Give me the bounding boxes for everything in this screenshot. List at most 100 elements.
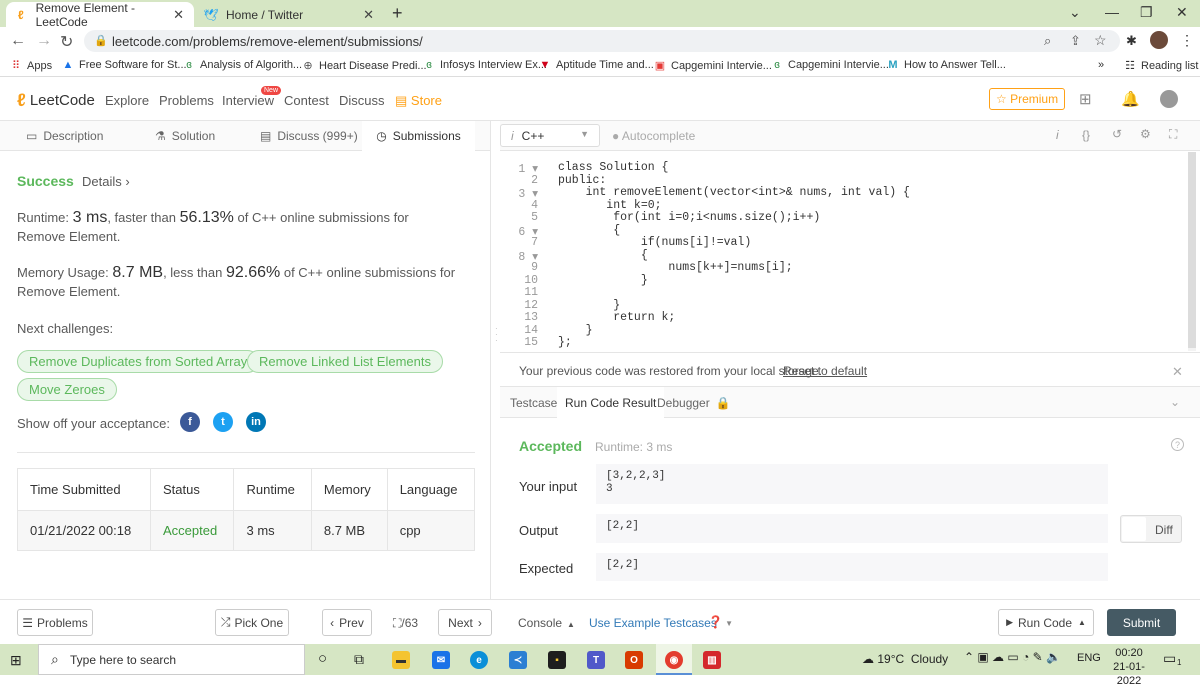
playground-icon[interactable]: ⊞ — [1079, 90, 1092, 108]
chevron-down-icon[interactable]: ⌄ — [1170, 395, 1180, 409]
submit-button[interactable]: Submit — [1107, 609, 1176, 636]
nav-store[interactable]: ▤ Store — [395, 93, 442, 109]
tray-icons[interactable]: ⌃ ▣ ☁ ▭ ◔ ✎ 🔈 — [964, 650, 1061, 664]
extensions-icon[interactable]: ✱ — [1126, 33, 1137, 49]
back-icon[interactable]: ← — [10, 32, 26, 50]
info-icon[interactable]: i — [1056, 128, 1059, 142]
language-indicator[interactable]: ENG — [1077, 652, 1101, 664]
prev-button[interactable]: ‹ Prev — [322, 609, 372, 636]
vscode-icon[interactable]: ≺ — [509, 651, 527, 669]
col-time-submitted: Time Submitted — [16, 468, 152, 511]
clock[interactable]: 00:20 21-01-2022 — [1104, 646, 1154, 688]
bookmark-item[interactable]: ▼ Aptitude Time and... — [539, 59, 654, 71]
browser-tab-twitter[interactable]: 🕊 Home / Twitter ✕ — [196, 2, 384, 27]
close-window-icon[interactable]: ✕ — [1176, 4, 1188, 21]
bookmark-item[interactable]: ⊕ Heart Disease Predi... — [302, 59, 426, 72]
bookmark-item[interactable]: M How to Answer Tell... — [887, 59, 1006, 71]
winrar-icon[interactable]: ▥ — [703, 651, 721, 669]
bookmark-item[interactable]: ɞ Infosys Interview Ex... — [423, 59, 547, 71]
nav-discuss[interactable]: Discuss — [339, 93, 385, 108]
help-icon[interactable]: ? — [1171, 438, 1184, 451]
help-dropdown[interactable]: ❓ ▼ — [708, 615, 733, 629]
chevron-right-icon: › — [121, 174, 130, 189]
details-link[interactable]: Details › — [82, 174, 130, 189]
bookmark-item[interactable]: ▲ Free Software for St... — [62, 59, 187, 71]
weather-widget[interactable]: ☁ 19°C Cloudy — [862, 652, 948, 666]
notification-icon[interactable]: ▭ — [1163, 650, 1176, 667]
office-icon[interactable]: O — [625, 651, 643, 669]
diff-toggle[interactable]: Diff — [1120, 515, 1182, 543]
forward-icon[interactable]: → — [36, 32, 52, 50]
cortana-icon[interactable]: ○ — [318, 650, 327, 667]
facebook-icon[interactable]: f — [180, 412, 200, 432]
bookmark-item[interactable]: ▣ Capgemini Intervie... — [654, 59, 772, 72]
chrome-taskbar-item[interactable]: ◉ — [656, 644, 692, 675]
cell-status-link[interactable]: Accepted — [150, 510, 235, 551]
nav-explore[interactable]: Explore — [105, 93, 149, 108]
editor-scrollbar[interactable] — [1188, 152, 1196, 351]
edge-icon[interactable]: e — [470, 651, 488, 669]
run-code-button[interactable]: ▶ Run Code ▲ — [998, 609, 1094, 636]
user-avatar-icon[interactable] — [1160, 90, 1178, 108]
omnibox[interactable]: 🔒 leetcode.com/problems/remove-element/s… — [84, 30, 1120, 52]
browser-tab-leetcode[interactable]: ℓ Remove Element - LeetCode ✕ — [6, 1, 194, 29]
new-tab-button[interactable]: + — [392, 3, 403, 24]
autocomplete-toggle[interactable]: ● Autocomplete — [612, 129, 695, 143]
twitter-share-icon[interactable]: t — [213, 412, 233, 432]
reset-icon[interactable]: ↺ — [1112, 127, 1122, 141]
tab-search-icon[interactable]: ⌄ — [1069, 4, 1081, 21]
tab-debugger[interactable]: Debugger 🔒 — [649, 387, 739, 418]
reload-icon[interactable]: ↻ — [60, 32, 73, 52]
code-editor[interactable]: 1 ▾ 2 3 ▾ 4 5 6 ▾ 7 8 ▾ 9 10 11 12 13 14 15 … — [500, 152, 1200, 351]
tab-submissions[interactable]: ◷ Submissions — [362, 121, 475, 151]
menu-kebab-icon[interactable]: ⋮ — [1180, 32, 1194, 49]
tab-discuss[interactable]: ▤ Discuss (999+) — [260, 121, 358, 151]
console-toggle[interactable]: Console ▲ — [518, 616, 575, 630]
settings-icon[interactable]: ⚙ — [1140, 127, 1151, 141]
fullscreen-icon[interactable]: ⛶ — [1169, 127, 1177, 142]
minimize-icon[interactable]: — — [1105, 4, 1119, 20]
next-button[interactable]: Next › — [438, 609, 492, 636]
restore-window-icon[interactable]: ❐ — [1140, 4, 1153, 21]
bookmark-item[interactable]: ɞ Analysis of Algorith... — [183, 59, 302, 71]
reset-to-default-link[interactable]: Reset to default — [783, 364, 867, 378]
challenge-chip[interactable]: Remove Duplicates from Sorted Array — [17, 350, 260, 373]
challenge-chip[interactable]: Remove Linked List Elements — [247, 350, 443, 373]
mail-icon[interactable]: ✉ — [432, 651, 450, 669]
bell-icon[interactable]: 🔔 — [1121, 90, 1140, 108]
profile-avatar[interactable] — [1150, 31, 1168, 49]
nav-contest[interactable]: Contest — [284, 93, 329, 108]
windows-start-icon[interactable]: ⊞ — [10, 652, 22, 669]
linkedin-icon[interactable]: in — [246, 412, 266, 432]
tab-testcase[interactable]: Testcase — [502, 387, 565, 418]
tab-solution[interactable]: ⚗ Solution — [155, 121, 215, 151]
pick-one-button[interactable]: ⤮ Pick One — [215, 609, 289, 636]
pycharm-icon[interactable]: ▪ — [548, 651, 566, 669]
leetcode-navbar: ℓ LeetCode Explore Problems Interview Ne… — [0, 78, 1200, 121]
share-icon[interactable]: ⇪ — [1070, 33, 1081, 49]
close-icon[interactable]: ✕ — [1172, 364, 1183, 380]
file-explorer-icon[interactable]: ▬ — [392, 651, 410, 669]
tab-description[interactable]: ▭ Description — [26, 121, 103, 151]
bookmark-star-icon[interactable]: ☆ — [1094, 32, 1107, 49]
bookmark-item[interactable]: ɞ Capgemini Intervie... — [771, 59, 889, 71]
language-select[interactable]: i C++ ▼ — [500, 124, 600, 147]
nav-interview[interactable]: Interview — [222, 93, 274, 108]
taskbar-search-box[interactable]: ⌕ Type here to search — [38, 644, 305, 675]
premium-button[interactable]: ☆ Premium — [989, 88, 1066, 110]
challenge-chip[interactable]: Move Zeroes — [17, 378, 117, 401]
close-tab-icon[interactable]: ✕ — [363, 7, 374, 23]
close-tab-icon[interactable]: ✕ — [173, 7, 184, 23]
nav-problems[interactable]: Problems — [159, 93, 214, 108]
panel-resize-handle[interactable]: · · · — [490, 121, 500, 599]
teams-icon[interactable]: T — [587, 651, 605, 669]
braces-icon[interactable]: {} — [1082, 128, 1090, 142]
task-view-icon[interactable]: ⧉ — [354, 651, 364, 668]
problems-button[interactable]: ☰ Problems — [17, 609, 93, 636]
zoom-icon[interactable]: ⌕ — [1044, 33, 1051, 49]
leetcode-logo[interactable]: ℓ LeetCode — [17, 90, 95, 111]
more-bookmarks[interactable]: » — [1098, 59, 1104, 71]
bookmark-apps[interactable]: ⠿ Apps — [10, 59, 52, 72]
reading-list[interactable]: ☷ Reading list — [1124, 59, 1198, 72]
use-example-testcases-link[interactable]: Use Example Testcases — [589, 616, 717, 630]
